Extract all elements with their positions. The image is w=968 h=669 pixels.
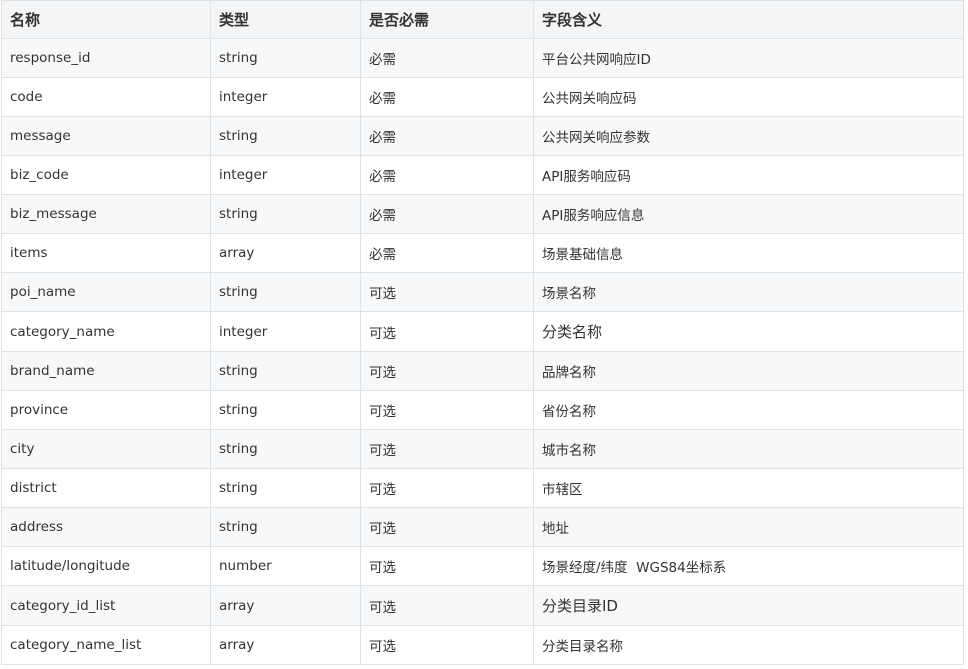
cell-required: 可选: [360, 468, 534, 508]
cell-meaning: 场景经度/纬度 WGS84坐标系: [533, 546, 964, 586]
table-row: code integer 必需 公共网关响应码: [1, 77, 964, 117]
header-type: 类型: [210, 0, 361, 39]
cell-meaning-text: 分类名称: [542, 323, 603, 341]
cell-name: latitude/longitude: [1, 546, 211, 586]
cell-meaning: 分类目录ID: [533, 585, 964, 626]
cell-required: 必需: [360, 233, 534, 273]
cell-required: 可选: [360, 351, 534, 391]
cell-name: address: [1, 507, 211, 547]
cell-name: brand_name: [1, 351, 211, 391]
cell-type: array: [210, 585, 361, 626]
cell-type: string: [210, 351, 361, 391]
table-row: poi_name string 可选 场景名称: [1, 272, 964, 312]
cell-meaning: 场景名称: [533, 272, 964, 312]
cell-name: province: [1, 390, 211, 430]
table-row: latitude/longitude number 可选 场景经度/纬度 WGS…: [1, 546, 964, 586]
cell-meaning: 公共网关响应参数: [533, 116, 964, 156]
cell-required: 可选: [360, 429, 534, 469]
cell-required: 必需: [360, 77, 534, 117]
cell-name: category_name: [1, 311, 211, 352]
cell-name: city: [1, 429, 211, 469]
table-row: category_name integer 可选 分类名称: [1, 311, 964, 352]
table-row: message string 必需 公共网关响应参数: [1, 116, 964, 156]
cell-meaning: 场景基础信息: [533, 233, 964, 273]
header-row: 名称 类型 是否必需 字段含义: [1, 0, 964, 39]
cell-type: integer: [210, 311, 361, 352]
cell-type: string: [210, 116, 361, 156]
cell-type: number: [210, 546, 361, 586]
table-row: biz_message string 必需 API服务响应信息: [1, 194, 964, 234]
cell-meaning: 平台公共网响应ID: [533, 38, 964, 78]
cell-required: 可选: [360, 272, 534, 312]
cell-required: 必需: [360, 155, 534, 195]
cell-type: array: [210, 233, 361, 273]
field-table: 名称 类型 是否必需 字段含义 response_id string 必需 平台…: [1, 0, 964, 665]
cell-required: 必需: [360, 38, 534, 78]
cell-meaning-text: 分类目录ID: [542, 597, 618, 615]
table-row: category_name_list array 可选 分类目录名称: [1, 625, 964, 665]
cell-required: 可选: [360, 625, 534, 665]
cell-type: string: [210, 272, 361, 312]
cell-meaning: 城市名称: [533, 429, 964, 469]
cell-required: 必需: [360, 116, 534, 156]
table-row: biz_code integer 必需 API服务响应码: [1, 155, 964, 195]
header-meaning: 字段含义: [533, 0, 964, 39]
cell-required: 必需: [360, 194, 534, 234]
cell-meaning: 分类目录名称: [533, 625, 964, 665]
cell-type: string: [210, 429, 361, 469]
table-row: address string 可选 地址: [1, 507, 964, 547]
header-required: 是否必需: [360, 0, 534, 39]
cell-name: poi_name: [1, 272, 211, 312]
cell-type: string: [210, 390, 361, 430]
table-row: items array 必需 场景基础信息: [1, 233, 964, 273]
cell-type: array: [210, 625, 361, 665]
table-row: district string 可选 市辖区: [1, 468, 964, 508]
cell-type: integer: [210, 155, 361, 195]
cell-name: biz_message: [1, 194, 211, 234]
cell-meaning: 地址: [533, 507, 964, 547]
cell-meaning: 省份名称: [533, 390, 964, 430]
cell-meaning: API服务响应信息: [533, 194, 964, 234]
table-body: response_id string 必需 平台公共网响应ID code int…: [1, 38, 964, 665]
cell-type: string: [210, 194, 361, 234]
cell-meaning: API服务响应码: [533, 155, 964, 195]
cell-type: string: [210, 468, 361, 508]
cell-name: biz_code: [1, 155, 211, 195]
cell-name: category_id_list: [1, 585, 211, 626]
cell-name: district: [1, 468, 211, 508]
cell-name: items: [1, 233, 211, 273]
cell-meaning: 分类名称: [533, 311, 964, 352]
table-row: category_id_list array 可选 分类目录ID: [1, 585, 964, 626]
table-row: brand_name string 可选 品牌名称: [1, 351, 964, 391]
cell-required: 可选: [360, 390, 534, 430]
table-row: province string 可选 省份名称: [1, 390, 964, 430]
table-row: response_id string 必需 平台公共网响应ID: [1, 38, 964, 78]
cell-meaning: 市辖区: [533, 468, 964, 508]
cell-type: integer: [210, 77, 361, 117]
cell-type: string: [210, 38, 361, 78]
cell-meaning: 品牌名称: [533, 351, 964, 391]
cell-name: code: [1, 77, 211, 117]
cell-meaning: 公共网关响应码: [533, 77, 964, 117]
cell-name: message: [1, 116, 211, 156]
cell-name: category_name_list: [1, 625, 211, 665]
cell-required: 可选: [360, 546, 534, 586]
table-row: city string 可选 城市名称: [1, 429, 964, 469]
cell-required: 可选: [360, 311, 534, 352]
cell-required: 可选: [360, 585, 534, 626]
cell-required: 可选: [360, 507, 534, 547]
table-header: 名称 类型 是否必需 字段含义: [1, 0, 964, 39]
cell-type: string: [210, 507, 361, 547]
header-name: 名称: [1, 0, 211, 39]
cell-name: response_id: [1, 38, 211, 78]
